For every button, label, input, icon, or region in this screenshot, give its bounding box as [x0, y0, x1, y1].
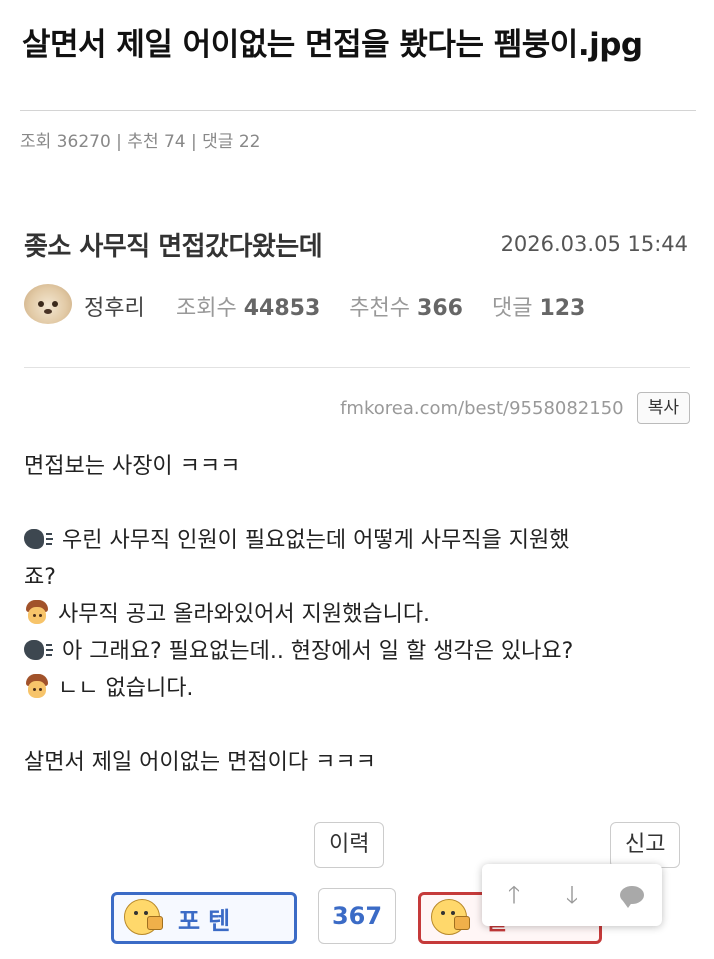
post-url[interactable]: fmkorea.com/best/9558082150: [340, 398, 624, 419]
content-line: ㄴㄴ 없습니다.: [24, 670, 694, 707]
content-line: 사무직 공고 올라와있어서 지원했습니다.: [24, 596, 694, 633]
vote-up-label: 포텐: [178, 907, 239, 935]
content-line: 면접보는 사장이 ㅋㅋㅋ: [24, 454, 241, 479]
post-header: 좆소 사무직 면접갔다왔는데 2026.03.05 15:44: [24, 226, 688, 266]
speaking-head-icon: [24, 527, 54, 551]
page-meta: 조회 36270 | 추천 74 | 댓글 22: [20, 132, 261, 152]
recommend-count: 366: [417, 296, 463, 321]
post-title: 좆소 사무직 면접갔다왔는데: [24, 232, 323, 262]
man-icon: [24, 600, 50, 626]
content-line-blank: [24, 707, 694, 744]
thumbs-up-icon: [124, 899, 163, 935]
content-line: 살면서 제일 어이없는 면접이다 ㅋㅋㅋ: [24, 750, 376, 775]
vote-count: 367: [318, 888, 396, 944]
avatar[interactable]: [24, 284, 72, 324]
content-line: 우린 사무직 인원이 필요없는데 어떻게 사무직을 지원했: [24, 522, 694, 559]
author-row: 정후리 조회수 44853 추천수 366 댓글 123: [24, 282, 688, 326]
content-line: 죠?: [24, 565, 56, 590]
title-divider: [20, 110, 696, 111]
man-icon: [24, 674, 50, 700]
post-stats: 조회수 44853 추천수 366 댓글 123: [176, 290, 607, 322]
comment-icon[interactable]: [620, 886, 644, 908]
views-label: 조회수: [176, 296, 237, 321]
url-row: fmkorea.com/best/9558082150 복사: [340, 392, 690, 426]
author-name[interactable]: 정후리: [84, 290, 145, 322]
copy-button[interactable]: 복사: [636, 392, 690, 424]
arrow-down-icon[interactable]: 🡓: [558, 881, 586, 909]
history-button[interactable]: 이력: [314, 822, 385, 868]
comments-count: 123: [539, 296, 586, 321]
vote-up-button[interactable]: 포텐: [111, 892, 297, 944]
content-line: 아 그래요? 필요없는데.. 현장에서 일 할 생각은 있나요?: [24, 633, 694, 670]
post-content: 면접보는 사장이 ㅋㅋㅋ 우린 사무직 인원이 필요없는데 어떻게 사무직을 지…: [24, 448, 694, 781]
floating-toolbar: 🡑 🡓: [482, 864, 662, 926]
arrow-up-icon[interactable]: 🡑: [500, 881, 528, 909]
content-line-blank: [24, 485, 694, 522]
comments-label: 댓글: [491, 296, 533, 321]
recommend-label: 추천수: [349, 296, 411, 321]
speaking-head-icon: [24, 638, 54, 662]
views-count: 44853: [243, 296, 321, 321]
post-divider: [24, 367, 690, 368]
thumbs-down-icon: [431, 899, 470, 935]
post-date: 2026.03.05 15:44: [500, 232, 688, 256]
page-title: 살면서 제일 어이없는 면접을 봤다는 펨붕이.jpg: [22, 27, 643, 63]
report-button[interactable]: 신고: [610, 822, 681, 868]
